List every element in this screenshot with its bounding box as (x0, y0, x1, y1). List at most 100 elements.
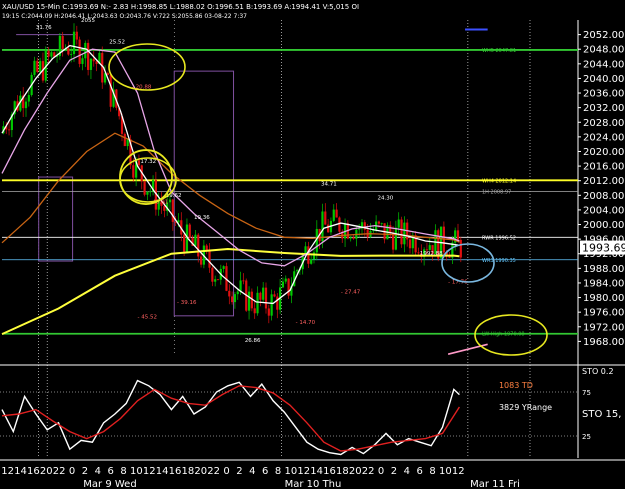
candle-body (332, 209, 335, 221)
y-tick-label: 2044.00 (583, 59, 624, 70)
chart-header-subline: 19:15 C:2044.09 H:2046.41 L:2043.63 O:20… (2, 13, 247, 20)
candle-body (456, 230, 460, 240)
y-tick-label: 1988.00 (583, 264, 624, 275)
x-date-label: Mar 11 Fri (470, 479, 520, 489)
y-tick-label: 1980.00 (583, 293, 624, 304)
candle-body (267, 308, 270, 316)
oscillator-y-label: 75 (582, 389, 591, 397)
candle-body (89, 58, 93, 70)
swing-label: 25.52 (109, 40, 125, 46)
candle-body (199, 256, 203, 265)
x-tick-label: 16 (27, 466, 40, 477)
candle-body (109, 74, 112, 107)
candle-body (459, 239, 462, 258)
candle-body (126, 139, 129, 147)
candle-body (310, 259, 313, 264)
chart-header-symbol: XAU/USD 15-Min C:1993.69 N:- 2.83 H:1998… (2, 3, 359, 11)
candle-body (391, 233, 395, 250)
x-tick-label: 2 (391, 466, 397, 477)
candle-body (324, 211, 327, 225)
y-tick-label: 2008.00 (583, 191, 624, 202)
candle-body (75, 31, 78, 40)
swing-label: 2055 (81, 18, 95, 24)
candle-body (253, 308, 256, 314)
x-date-label: Mar 9 Wed (83, 479, 136, 489)
candle-body (349, 237, 352, 239)
candle-body (358, 228, 361, 230)
last-price-label: 1993.69 (582, 242, 625, 255)
candle-body (276, 296, 279, 310)
level-label: WH5 2047.81 (482, 48, 516, 54)
chart-canvas: XAU/USD 15-Min C:1993.69 N:- 2.83 H:1998… (0, 0, 625, 489)
x-tick-label: 20 (40, 466, 53, 477)
candle-body (284, 278, 287, 282)
candle-body (70, 54, 73, 55)
candle-body (163, 205, 166, 211)
candle-body (50, 52, 53, 57)
y-tick-label: 2052.00 (583, 30, 624, 41)
candle-body (208, 251, 211, 268)
candle-body (87, 42, 90, 70)
swing-label: 24.30 (378, 195, 394, 201)
swing-label: 17.32 (140, 159, 156, 165)
y-tick-label: 2016.00 (583, 162, 624, 173)
x-tick-label: 16 (323, 466, 336, 477)
candle-body (338, 217, 341, 232)
candle-body (281, 281, 285, 288)
y-tick-label: 2036.00 (583, 89, 624, 100)
candle-body (428, 245, 431, 250)
candle-body (242, 280, 245, 282)
candle-body (36, 60, 39, 72)
candle-body (327, 224, 330, 233)
candle-body (312, 252, 316, 260)
candle-body (231, 296, 234, 303)
y-tick-label: 2020.00 (583, 147, 624, 158)
candle-body (216, 279, 220, 281)
level-label: WR3 1990.35 (482, 258, 516, 264)
y-tick-label: 2012.00 (583, 176, 624, 187)
x-tick-label: 10 (130, 466, 143, 477)
x-tick-label: 4 (249, 466, 255, 477)
candle-body (146, 191, 149, 195)
x-tick-label: 6 (416, 466, 422, 477)
candle-body (287, 278, 290, 296)
x-tick-label: 22 (362, 466, 375, 477)
candle-body (7, 129, 11, 131)
candle-body (273, 294, 276, 297)
x-tick-label: 8 (120, 466, 126, 477)
x-tick-label: 0 (223, 466, 229, 477)
level-label: 1H 2008.97 (482, 190, 511, 196)
candle-body (270, 294, 273, 316)
x-tick-label: 6 (107, 466, 113, 477)
y-tick-label: 2040.00 (583, 74, 624, 85)
swing-label: - 27.47 (341, 290, 361, 296)
x-tick-label: 4 (95, 466, 101, 477)
x-tick-label: 20 (349, 466, 362, 477)
candle-body (39, 61, 42, 72)
candle-body (47, 50, 50, 57)
x-tick-label: 16 (169, 466, 182, 477)
candle-body (81, 58, 84, 64)
y-tick-label: 2000.00 (583, 220, 624, 231)
x-tick-label: 12 (1, 466, 14, 477)
yrange-annotation: 3829 YRange (499, 403, 552, 412)
candle-body (408, 239, 412, 249)
candle-body (123, 133, 126, 147)
x-tick-label: 0 (69, 466, 75, 477)
x-tick-label: 4 (404, 466, 410, 477)
swing-label: 1992.88 (420, 251, 443, 257)
x-tick-label: 2 (82, 466, 88, 477)
candle-body (403, 222, 406, 245)
swing-label: 31.76 (36, 25, 52, 31)
candle-body (78, 39, 81, 64)
y-tick-label: 2028.00 (583, 118, 624, 129)
oscillator-title: STO 0.2 (582, 367, 614, 376)
candle-body (295, 270, 299, 272)
candle-body (194, 234, 197, 246)
x-tick-label: 8 (429, 466, 435, 477)
candle-body (214, 279, 217, 282)
x-tick-label: 18 (336, 466, 349, 477)
y-tick-label: 1984.00 (583, 278, 624, 289)
y-tick-label: 2004.00 (583, 205, 624, 216)
candle-body (228, 290, 231, 297)
